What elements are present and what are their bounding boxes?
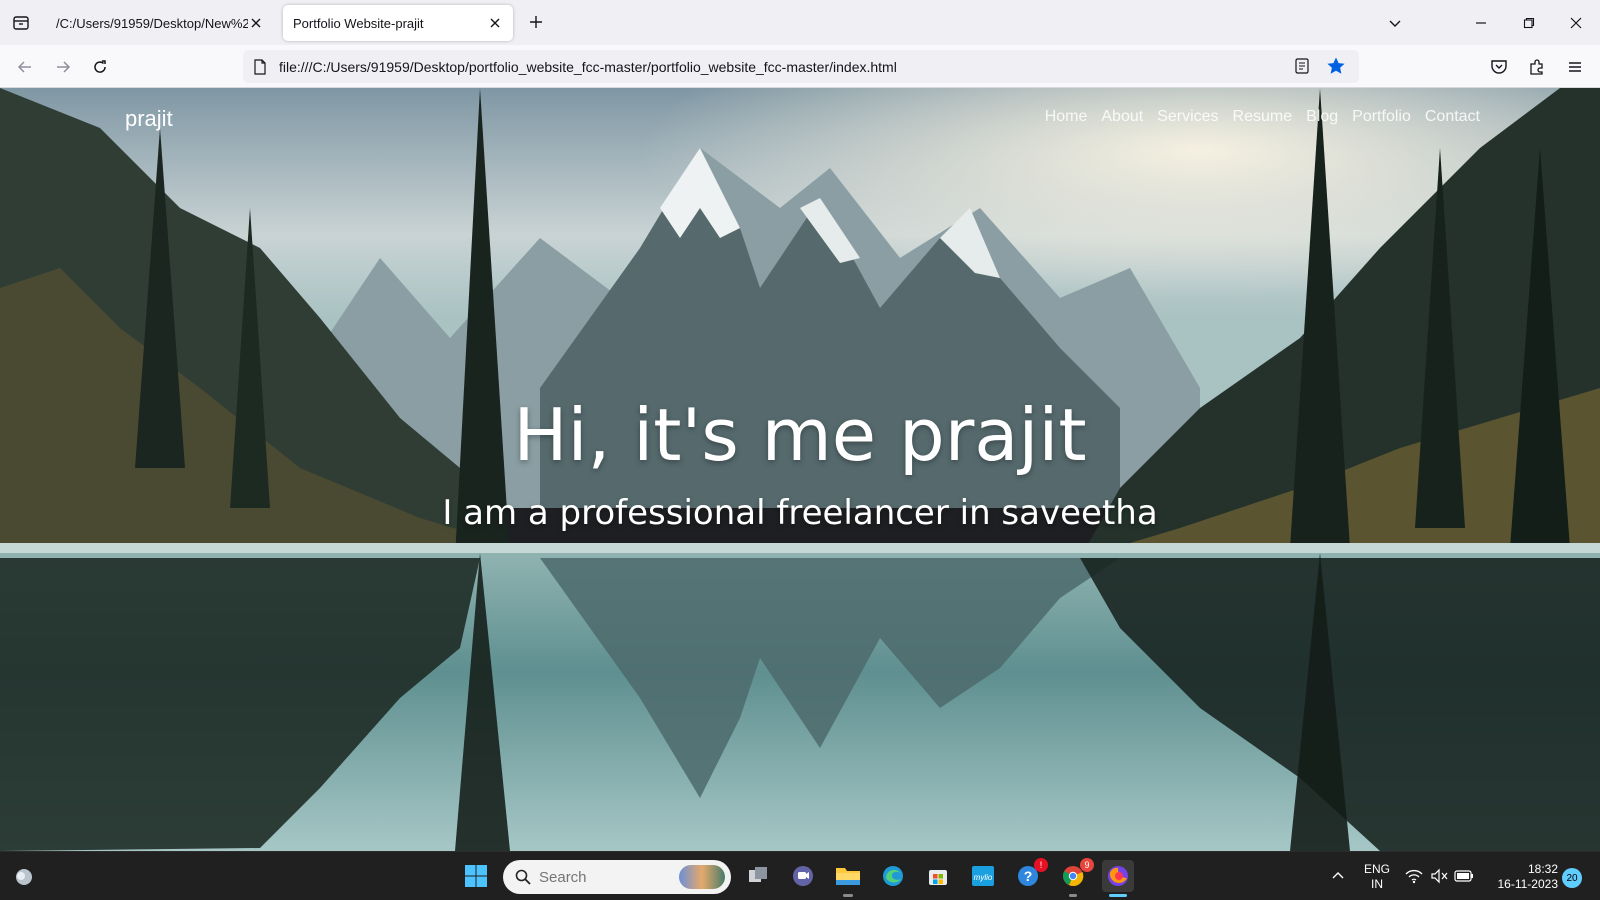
chevron-up-icon[interactable] (1322, 860, 1354, 892)
nav-link-home[interactable]: Home (1045, 108, 1088, 126)
extensions-icon[interactable] (1524, 54, 1550, 80)
nav-link-services[interactable]: Services (1157, 108, 1218, 126)
new-tab-icon[interactable] (525, 11, 547, 33)
nav-link-about[interactable]: About (1101, 108, 1143, 126)
clock-date: 16-11-2023 (1497, 877, 1559, 891)
reader-view-icon[interactable] (1293, 57, 1311, 75)
nav-link-resume[interactable]: Resume (1233, 108, 1293, 126)
navigation-toolbar (0, 45, 1600, 88)
close-icon[interactable] (487, 15, 503, 31)
volume-muted-icon[interactable] (1428, 860, 1450, 892)
search-highlight-image (679, 865, 725, 889)
taskbar: mylio ? ! 9 ENG IN 18:32 16-11-2023 20 (0, 851, 1600, 900)
url-input[interactable] (279, 58, 1259, 75)
minimize-icon[interactable] (1468, 10, 1494, 36)
search-input[interactable] (539, 868, 659, 886)
site-logo[interactable]: prajit (125, 106, 173, 132)
svg-text:mylio: mylio (974, 873, 993, 882)
teams-chat-icon[interactable] (787, 860, 819, 892)
bookmark-star-icon[interactable] (1326, 56, 1346, 76)
mylio-icon[interactable]: mylio (967, 860, 999, 892)
page-viewport: prajit Home About Services Resume Blog P… (0, 88, 1600, 851)
taskbar-search[interactable] (503, 860, 731, 894)
running-indicator (1069, 894, 1077, 897)
menu-icon[interactable] (1562, 54, 1588, 80)
reload-icon[interactable] (87, 54, 113, 80)
firefox-icon[interactable] (1102, 860, 1134, 892)
tab-list-icon[interactable] (8, 10, 34, 36)
url-bar[interactable] (243, 50, 1359, 83)
nav-link-contact[interactable]: Contact (1425, 108, 1480, 126)
tab-portfolio[interactable]: Portfolio Website-prajit (283, 5, 513, 41)
site-nav: Home About Services Resume Blog Portfoli… (1045, 108, 1480, 126)
page-icon (251, 58, 269, 76)
language-indicator[interactable]: ENG IN (1360, 862, 1394, 892)
notification-count-badge[interactable]: 20 (1562, 868, 1582, 888)
tab-title: Portfolio Website-prajit (293, 15, 424, 31)
region-code: IN (1371, 877, 1383, 891)
close-icon[interactable] (248, 15, 264, 31)
running-indicator (843, 894, 853, 897)
notification-badge: ! (1034, 858, 1048, 872)
hero-subtitle: I am a professional freelancer in saveet… (442, 493, 1158, 533)
battery-icon[interactable] (1453, 860, 1475, 892)
active-window-indicator (1109, 894, 1127, 897)
forward-arrow-icon[interactable] (50, 54, 76, 80)
weather-icon[interactable] (8, 860, 40, 892)
clock-time: 18:32 (1527, 862, 1558, 876)
svg-text:?: ? (1024, 868, 1033, 884)
restore-icon[interactable] (1516, 10, 1542, 36)
microsoft-store-icon[interactable] (922, 860, 954, 892)
clock[interactable]: 18:32 16-11-2023 (1482, 862, 1559, 892)
edge-icon[interactable] (877, 860, 909, 892)
start-windows-icon[interactable] (460, 860, 492, 892)
tab-file-browser[interactable]: /C:/Users/91959/Desktop/New%20f (46, 5, 274, 41)
language-code: ENG (1363, 862, 1390, 876)
tab-title: /C:/Users/91959/Desktop/New%20f (56, 15, 248, 31)
file-explorer-icon[interactable] (832, 860, 864, 892)
back-arrow-icon[interactable] (12, 54, 38, 80)
tab-bar: /C:/Users/91959/Desktop/New%20f Portfoli… (0, 0, 1600, 45)
chevron-down-icon[interactable] (1382, 10, 1408, 36)
hero-title: Hi, it's me prajit (513, 393, 1087, 477)
wifi-icon[interactable] (1403, 860, 1425, 892)
nav-link-blog[interactable]: Blog (1306, 108, 1338, 126)
task-view-icon[interactable] (742, 860, 774, 892)
pocket-icon[interactable] (1486, 54, 1512, 80)
chrome-badge: 9 (1080, 858, 1094, 872)
nav-link-portfolio[interactable]: Portfolio (1352, 108, 1411, 126)
close-window-icon[interactable] (1563, 10, 1589, 36)
search-icon (515, 869, 531, 885)
